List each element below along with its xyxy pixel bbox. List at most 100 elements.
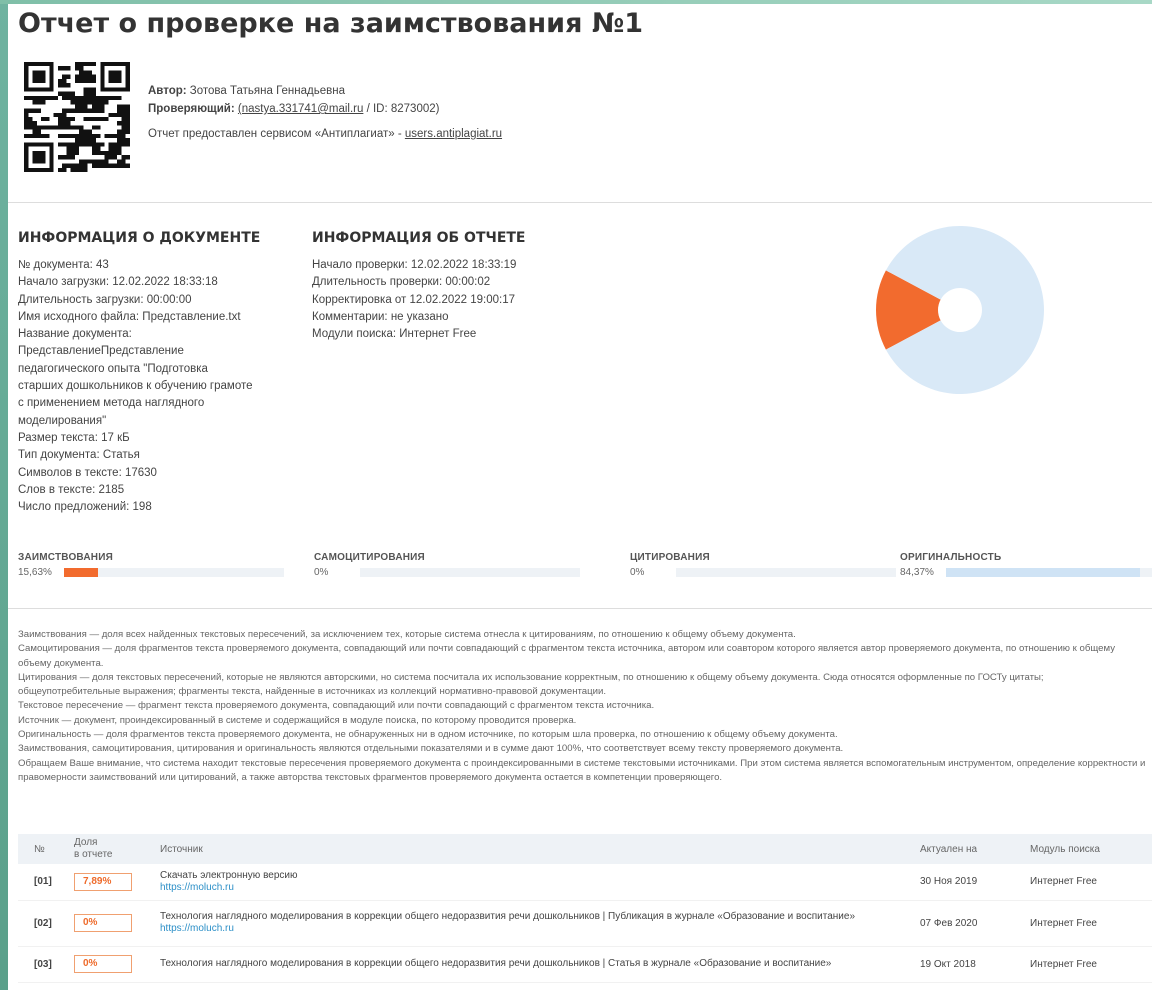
definition-paragraph: Обращаем Ваше внимание, что система нахо… [18, 757, 1146, 783]
doc-info-line: Символов в тексте: 17630 [18, 466, 157, 479]
metric-title: ЗАИМСТВОВАНИЯ [18, 552, 113, 563]
report-info-line: Корректировка от 12.02.2022 19:00:17 [312, 293, 516, 306]
metric-title: САМОЦИТИРОВАНИЯ [314, 552, 425, 563]
report-info-line: Комментарии: не указано [312, 310, 449, 323]
cell-source: Скачать электронную версию https://moluch… [154, 864, 914, 901]
definition-paragraph: Заимствования, самоцитирования, цитирова… [18, 743, 844, 755]
doc-info-line: старших дошкольников к обучению грамоте [18, 380, 253, 393]
metric-bar [64, 568, 284, 577]
author-label: Автор: [148, 85, 187, 97]
source-title[interactable]: Технология наглядного моделирования в ко… [160, 911, 880, 923]
source-link[interactable]: https://moluch.ru [160, 882, 908, 894]
doc-info-line: моделирования" [18, 414, 107, 427]
metric-value: 15,63% [18, 567, 52, 578]
row-number: [02] [34, 917, 52, 929]
col-share-line2: в отчете [74, 849, 113, 860]
metric-value: 84,37% [900, 567, 934, 578]
doc-info-line: № документа: 43 [18, 259, 109, 271]
author-block: Автор: Зотова Татьяна Геннадьевна Провер… [148, 82, 502, 143]
metric-2: ЦИТИРОВАНИЯ 0% [630, 552, 920, 578]
definition-paragraph: Текстовое пересечение — фрагмент текста … [18, 700, 655, 712]
author-line: Автор: Зотова Татьяна Геннадьевна [148, 82, 502, 100]
row-number: [03] [34, 958, 52, 970]
checker-line: Проверяющий: (nastya.331741@mail.ru / ID… [148, 100, 502, 118]
report-info-list: Начало проверки: 12.02.2022 18:33:19 Длит… [312, 257, 516, 343]
share-badge: 7,89% [74, 872, 132, 891]
cell-num: [03] [18, 946, 68, 983]
metric-bar [946, 568, 1152, 577]
metric-0: ЗАИМСТВОВАНИЯ 15,63% [18, 552, 308, 578]
author-value: Зотова Татьяна Геннадьевна [189, 85, 345, 97]
doc-info-line: Начало загрузки: 12.02.2022 18:33:18 [18, 276, 218, 289]
doc-info-line: Слов в тексте: 2185 [18, 483, 125, 496]
share-badge: 0% [74, 914, 132, 932]
metric-3: ОРИГИНАЛЬНОСТЬ 84,37% [900, 552, 1152, 578]
doc-info-line: Тип документа: Статья [18, 449, 140, 462]
cell-share: 7,89% [68, 864, 154, 901]
definition-paragraph: Заимствования — доля всех найденных текс… [18, 629, 796, 640]
metric-bar-fill [64, 568, 99, 577]
cell-num: [02] [18, 900, 68, 947]
metric-bar [360, 568, 580, 577]
metric-row: 0% [314, 567, 604, 578]
doc-info-line: с применением метода наглядного [18, 397, 205, 410]
definitions-block: Заимствования — доля всех найденных текс… [18, 628, 1148, 785]
divider [8, 202, 1152, 203]
cell-num: [01] [18, 864, 68, 901]
cell-source: Технология наглядного моделирования в ко… [154, 946, 914, 983]
col-date: Актуален на [914, 834, 1024, 864]
col-source: Источник [154, 834, 914, 864]
page-title: Отчет о проверке на заимствования №1 [18, 8, 644, 39]
service-line: Отчет предоставлен сервисом «Антиплагиат… [148, 125, 502, 143]
service-link[interactable]: users.antiplagiat.ru [405, 128, 502, 140]
report-page: Отчет о проверке на заимствования №1 Авт… [8, 0, 1152, 990]
metric-row: 0% [630, 567, 920, 578]
doc-info-line: Число предложений: 198 [18, 501, 152, 514]
table-row[interactable]: [01] 7,89% Скачать электронную версию https… [18, 864, 1152, 901]
definition-paragraph: Источник — документ, проиндексированный … [18, 714, 577, 726]
cell-module: Интернет Free [1024, 900, 1152, 947]
cell-date: 19 Окт 2018 [914, 946, 1024, 983]
metric-title: ЦИТИРОВАНИЯ [630, 552, 710, 563]
cell-date: 30 Ноя 2019 [914, 864, 1024, 901]
table-row[interactable]: [02] 0% Технология наглядного моделировани… [18, 900, 1152, 947]
source-title[interactable]: Технология наглядного моделирования в ко… [160, 958, 880, 970]
metric-title: ОРИГИНАЛЬНОСТЬ [900, 552, 1002, 563]
doc-info-list: № документа: 43 Начало загрузки: 12.02.20… [18, 257, 253, 516]
checker-email-link[interactable]: (nastya.331741@mail.ru [238, 103, 363, 115]
cell-module: Интернет Free [1024, 946, 1152, 983]
report-info-heading: ИНФОРМАЦИЯ ОБ ОТЧЕТЕ [312, 230, 526, 246]
metric-row: 15,63% [18, 567, 308, 578]
sources-table: № Доля в отчете Источник Актуален на Моду… [18, 834, 1152, 983]
definition-paragraph: Самоцитирования — доля фрагментов текста… [18, 643, 1115, 669]
col-share: Доля в отчете [68, 834, 154, 864]
source-link[interactable]: https://moluch.ru [160, 923, 908, 935]
doc-info-heading: ИНФОРМАЦИЯ О ДОКУМЕНТЕ [18, 230, 261, 246]
definition-paragraph: Цитирования — доля текстовых пересечений… [18, 671, 1044, 698]
metric-value: 0% [630, 567, 645, 578]
source-title[interactable]: Скачать электронную версию [160, 870, 880, 882]
report-info-line: Длительность проверки: 00:00:02 [312, 276, 491, 289]
checker-id: / ID: 8273002) [363, 103, 440, 115]
window-left-frame [0, 0, 8, 990]
col-num: № [18, 834, 68, 864]
cell-module: Интернет Free [1024, 864, 1152, 901]
doc-info-line: педагогического опыта "Подготовка [18, 362, 208, 375]
table-header-row: № Доля в отчете Источник Актуален на Моду… [18, 834, 1152, 864]
metric-bar-fill [946, 568, 1141, 577]
cell-share: 0% [68, 946, 154, 983]
metric-value: 0% [314, 567, 329, 578]
definition-paragraph: Оригинальность — доля фрагментов текста … [18, 729, 838, 741]
service-text: Отчет предоставлен сервисом «Антиплагиат… [148, 128, 405, 140]
doc-info-line: Имя исходного файла: Представление.txt [18, 310, 241, 323]
cell-share: 0% [68, 900, 154, 947]
qr-code [24, 62, 130, 172]
col-module: Модуль поиска [1024, 834, 1152, 864]
metric-row: 84,37% [900, 567, 1152, 578]
table-row[interactable]: [03] 0% Технология наглядного моделировани… [18, 946, 1152, 983]
doc-info-line: ПредставлениеПредставление [18, 345, 184, 358]
checker-label: Проверяющий: [148, 103, 235, 115]
doc-info-line: Размер текста: 17 кБ [18, 431, 130, 444]
cell-date: 07 Фев 2020 [914, 900, 1024, 947]
row-number: [01] [34, 876, 52, 888]
